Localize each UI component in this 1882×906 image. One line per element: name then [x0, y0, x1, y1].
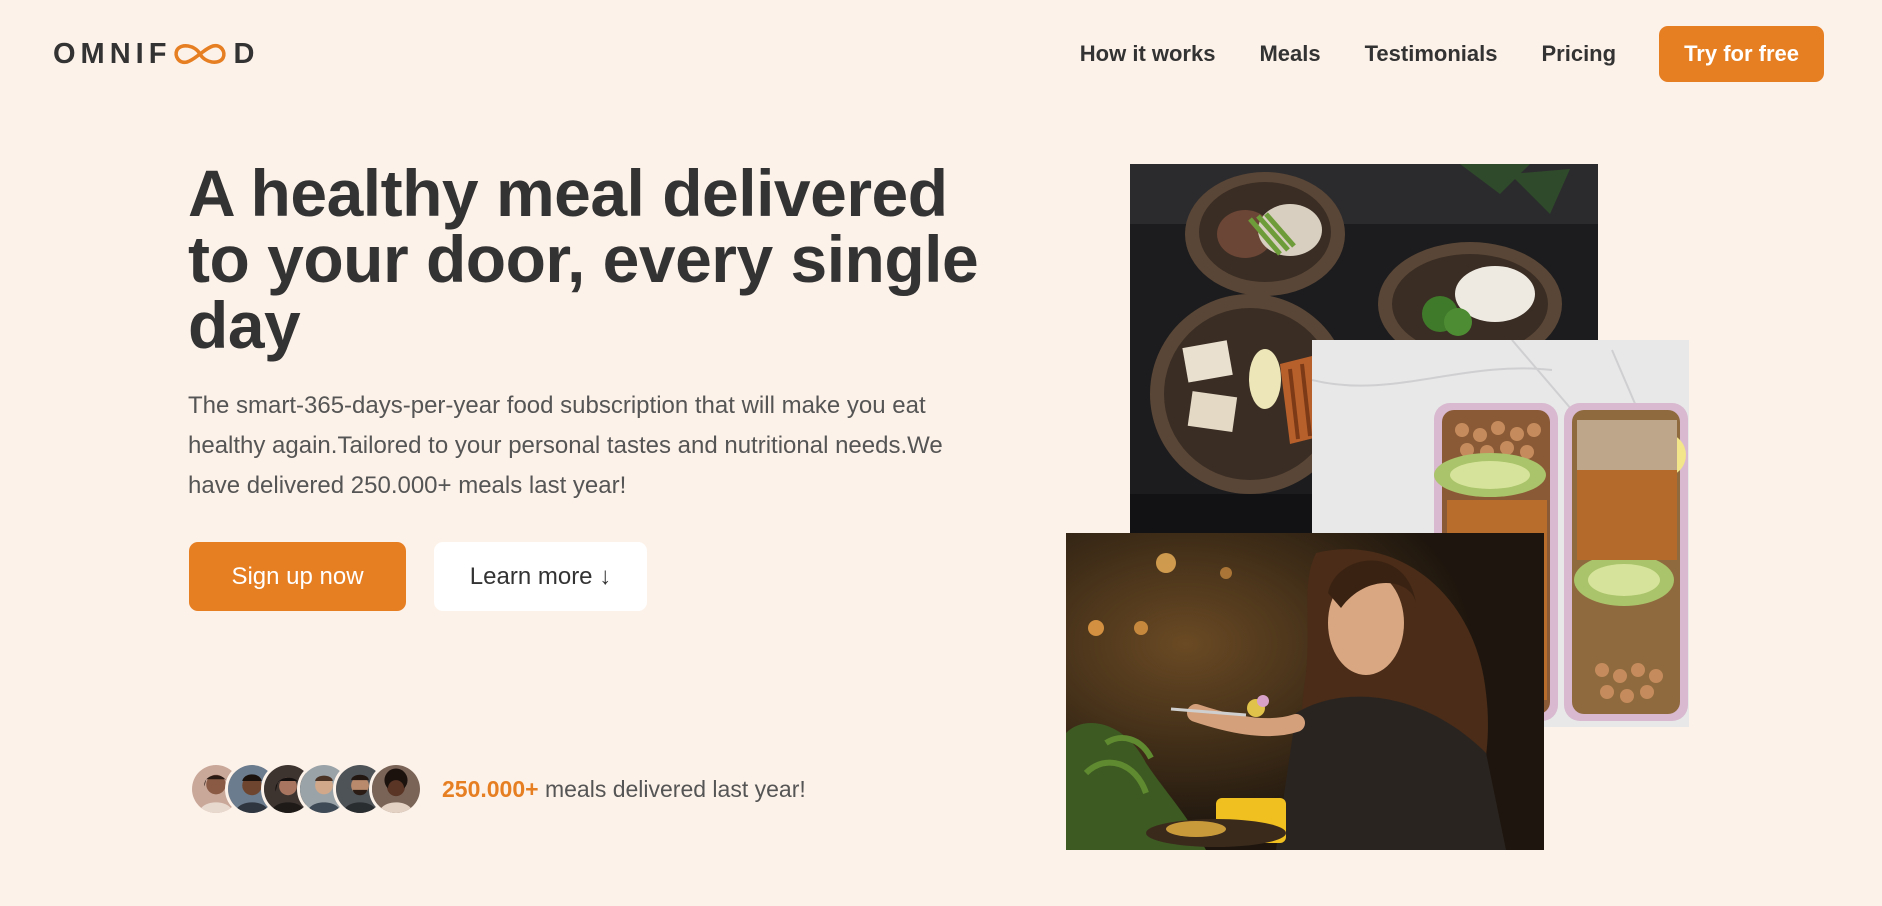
hero-description: The smart-365-days-per-year food subscri… [188, 392, 943, 499]
hero-title: A healthy meal delivered to your door, e… [188, 156, 979, 362]
customer-avatars [189, 762, 423, 816]
avatar [369, 762, 423, 816]
site-header: OMNIF D How it works Meals Testimonials … [0, 0, 1882, 108]
main-nav: How it works Meals Testimonials Pricing … [1036, 26, 1824, 82]
nav-link-testimonials[interactable]: Testimonials [1365, 41, 1498, 67]
logo[interactable]: OMNIF D [53, 38, 259, 71]
delivered-meals: 250.000+ meals delivered last year! [189, 762, 806, 816]
learn-more-button[interactable]: Learn more ↓ [434, 542, 647, 611]
logo-text-left: OMNIF [53, 37, 172, 70]
nav-link-meals[interactable]: Meals [1259, 41, 1320, 67]
logo-text-right: D [233, 37, 260, 70]
delivered-label: meals delivered last year! [538, 775, 806, 802]
delivered-count: 250.000+ [442, 775, 539, 802]
delivered-text: 250.000+ meals delivered last year! [442, 776, 806, 803]
nav-link-pricing[interactable]: Pricing [1541, 41, 1616, 67]
sign-up-now-button[interactable]: Sign up now [189, 542, 406, 611]
try-for-free-button[interactable]: Try for free [1659, 26, 1824, 82]
woman-eating-photo [1066, 533, 1544, 850]
infinity-icon [171, 40, 229, 68]
nav-link-how-it-works[interactable]: How it works [1080, 41, 1216, 67]
